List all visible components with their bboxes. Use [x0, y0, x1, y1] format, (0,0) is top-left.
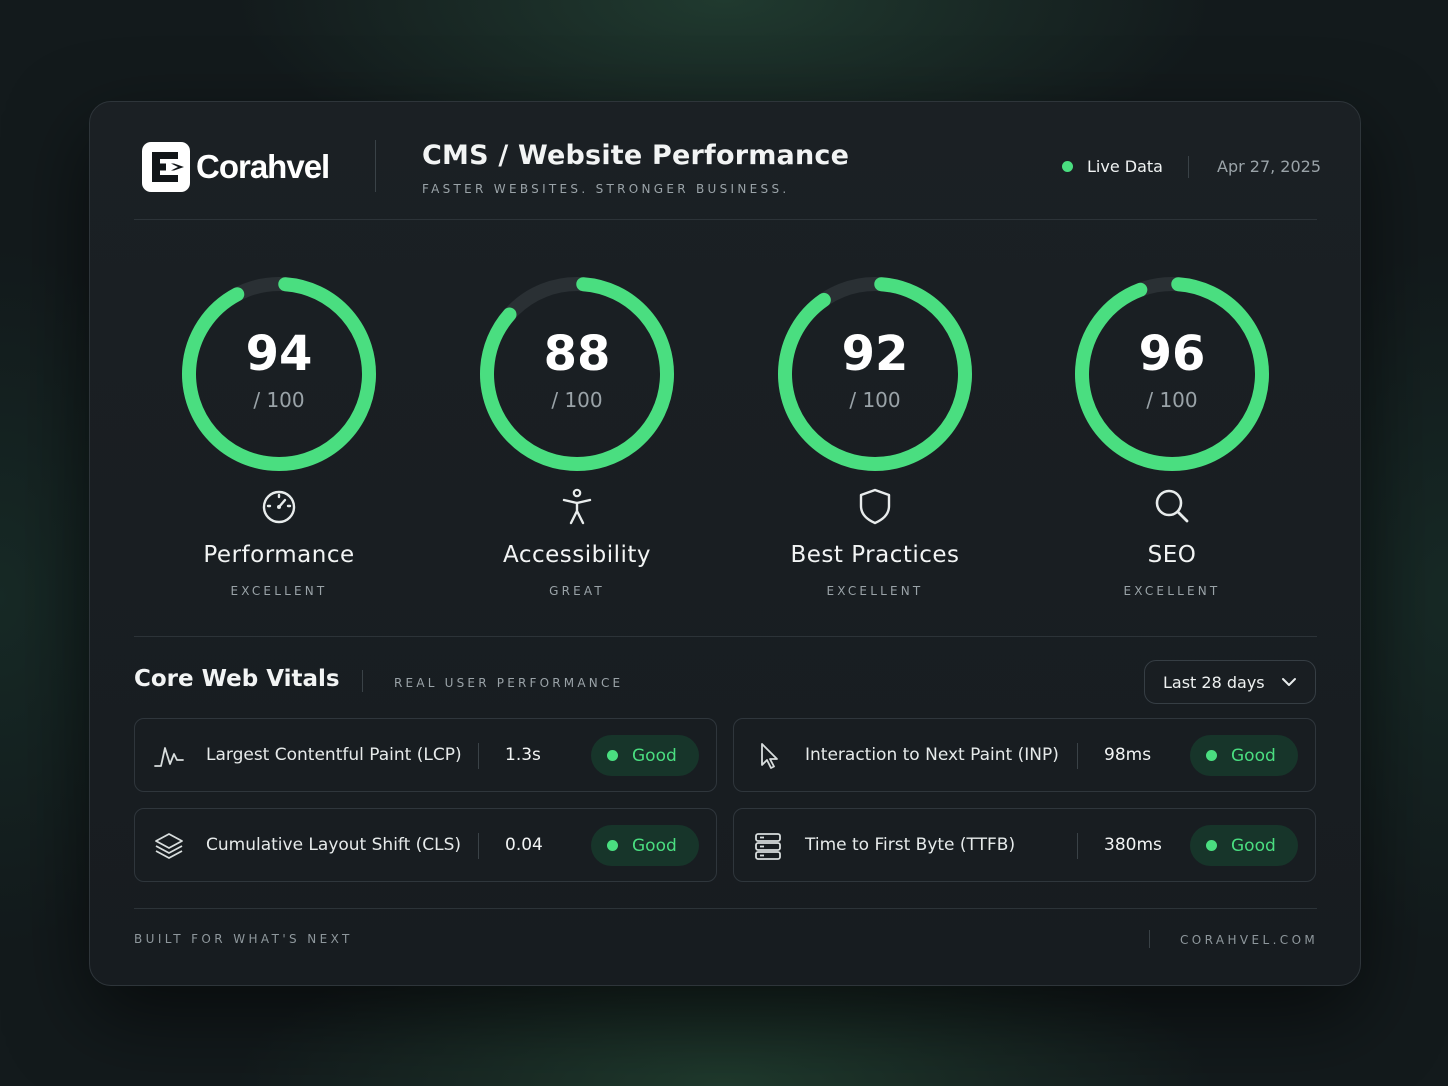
status-dot	[1206, 750, 1217, 761]
vital-row-cls[interactable]: Cumulative Layout Shift (CLS) 0.04 Good	[134, 808, 717, 882]
score-value: 94	[245, 326, 313, 382]
score-max: / 100	[849, 388, 901, 412]
status-dot	[607, 750, 618, 761]
footer-separator	[134, 908, 1317, 909]
date-divider	[1188, 156, 1189, 178]
score-name: Accessibility	[502, 542, 652, 568]
vitals-title: Core Web Vitals	[134, 666, 340, 692]
header-separator	[134, 219, 1317, 220]
live-data-indicator: Live Data	[1062, 157, 1163, 176]
status-badge: Good	[591, 735, 699, 776]
page-subtitle: FASTER WEBSITES. STRONGER BUSINESS.	[422, 182, 790, 196]
score-value: 88	[543, 326, 611, 382]
section-separator	[134, 636, 1317, 637]
score-name: Performance	[203, 542, 355, 568]
score-gauge-best-practices[interactable]: 92 / 100 Best Practices EXCELLENT	[765, 264, 985, 598]
pulse-icon	[154, 747, 184, 767]
vital-divider	[1077, 833, 1078, 859]
layers-icon	[155, 833, 183, 859]
vitals-title-divider	[362, 670, 363, 692]
footer-tagline: BUILT FOR WHAT'S NEXT	[134, 932, 353, 946]
vital-divider	[478, 833, 479, 859]
status-badge: Good	[1190, 735, 1298, 776]
brand-name: Corahvel	[196, 148, 330, 185]
vital-divider	[1077, 743, 1078, 769]
accessibility-icon	[562, 488, 592, 525]
status-badge: Good	[1190, 825, 1298, 866]
live-status-dot	[1062, 161, 1073, 172]
brand-logo[interactable]: Corahvel	[142, 142, 330, 192]
vital-name: Cumulative Layout Shift (CLS)	[206, 835, 462, 855]
speedometer-icon	[262, 490, 296, 524]
status-dot	[1206, 840, 1217, 851]
vital-value: 98ms	[1104, 745, 1152, 765]
score-max: / 100	[1146, 388, 1198, 412]
score-value: 96	[1138, 326, 1206, 382]
footer-divider	[1149, 930, 1150, 948]
search-icon	[1155, 489, 1189, 523]
status-label: Good	[1231, 835, 1276, 856]
footer-website-link[interactable]: CORAHVEL.COM	[1180, 933, 1318, 947]
status-dot	[607, 840, 618, 851]
page-title: CMS / Website Performance	[422, 140, 850, 171]
vital-name: Interaction to Next Paint (INP)	[805, 745, 1059, 765]
vital-row-inp[interactable]: Interaction to Next Paint (INP) 98ms Goo…	[733, 718, 1316, 792]
cursor-icon	[761, 743, 778, 769]
report-date: Apr 27, 2025	[1217, 157, 1322, 176]
score-max: / 100	[253, 388, 305, 412]
vital-divider	[478, 743, 479, 769]
corahvel-logo-icon	[142, 142, 190, 192]
vital-value: 1.3s	[505, 745, 541, 765]
score-gauge-performance[interactable]: 94 / 100 Performance EXCELLENT	[169, 264, 389, 598]
score-name: Best Practices	[790, 542, 960, 568]
score-grade: EXCELLENT	[230, 584, 328, 598]
chevron-down-icon	[1282, 678, 1296, 686]
vital-row-lcp[interactable]: Largest Contentful Paint (LCP) 1.3s Good	[134, 718, 717, 792]
score-max: / 100	[551, 388, 603, 412]
date-range-value: Last 28 days	[1163, 672, 1265, 692]
performance-card: Corahvel CMS / Website Performance FASTE…	[89, 101, 1361, 986]
score-name: SEO	[1147, 542, 1197, 568]
vital-name: Time to First Byte (TTFB)	[805, 835, 1016, 855]
score-value: 92	[841, 326, 909, 382]
status-label: Good	[632, 835, 677, 856]
status-badge: Good	[591, 825, 699, 866]
status-label: Good	[632, 745, 677, 766]
vital-value: 380ms	[1104, 835, 1162, 855]
score-gauge-seo[interactable]: 96 / 100 SEO EXCELLENT	[1062, 264, 1282, 598]
vital-row-ttfb[interactable]: Time to First Byte (TTFB) 380ms Good	[733, 808, 1316, 882]
vital-name: Largest Contentful Paint (LCP)	[206, 745, 462, 765]
score-grade: EXCELLENT	[826, 584, 924, 598]
header-divider	[375, 140, 376, 192]
live-data-label: Live Data	[1087, 157, 1163, 176]
vitals-subtitle: REAL USER PERFORMANCE	[394, 676, 624, 690]
status-label: Good	[1231, 745, 1276, 766]
score-grade: EXCELLENT	[1123, 584, 1221, 598]
date-range-dropdown[interactable]: Last 28 days	[1144, 660, 1316, 704]
shield-icon	[859, 488, 891, 525]
vital-value: 0.04	[505, 835, 543, 855]
score-grade: GREAT	[549, 584, 605, 598]
server-icon	[755, 833, 781, 860]
score-gauge-accessibility[interactable]: 88 / 100 Accessibility GREAT	[467, 264, 687, 598]
